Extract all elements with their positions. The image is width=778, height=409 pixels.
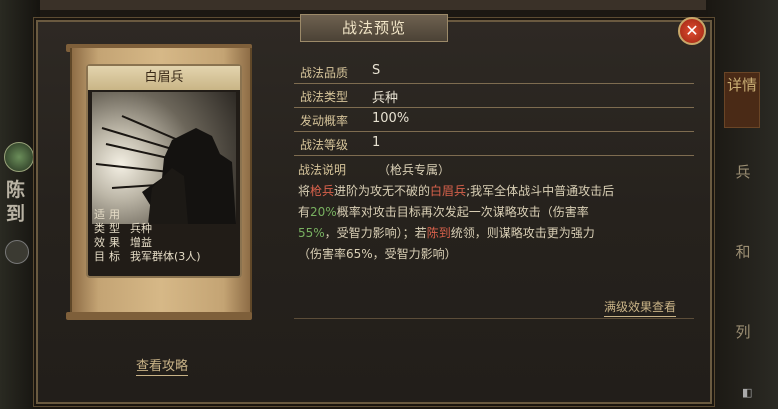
description-line: 将枪兵进阶为攻无不破的白眉兵;我军全体战斗中普通攻击后: [298, 181, 698, 202]
top-background: [40, 0, 706, 10]
info-key: 适用: [94, 208, 124, 221]
info-row-type: 类型 兵种: [94, 222, 234, 236]
description-key: 战法说明: [298, 163, 347, 177]
description-segment: 白眉兵: [430, 184, 467, 198]
skill-description: 战法说明 （枪兵专属） 将枪兵进阶为攻无不破的白眉兵;我军全体战斗中普通攻击后有…: [298, 160, 698, 265]
info-value: 我军群体(3人): [130, 250, 201, 263]
skill-card-info: 适用 类型 兵种 效果 增益 目标 我军群体(3人): [94, 208, 234, 264]
attr-value: 100%: [372, 111, 410, 126]
attr-value: S: [372, 63, 381, 78]
tab-and[interactable]: 和: [726, 240, 760, 264]
max-level-effect-link[interactable]: 满级效果查看: [604, 298, 677, 317]
side-left-label: 陈到: [6, 179, 26, 225]
speaker-icon[interactable]: [5, 240, 29, 264]
hero-badge-icon: [4, 142, 34, 172]
info-key: 类型: [94, 222, 124, 235]
info-row-usage: 适用: [94, 208, 234, 222]
scroll-rod-bottom: [66, 312, 252, 320]
view-guide-link[interactable]: 查看攻略: [136, 355, 189, 376]
tab-details[interactable]: 详情: [724, 72, 760, 128]
corner-icon: ◧: [742, 386, 753, 399]
attr-row-probability: 发动概率 100%: [294, 108, 694, 132]
description-segment: ，受智力影响）；若: [324, 226, 427, 240]
description-segment: 陈到: [426, 226, 451, 240]
tab-list[interactable]: 列: [726, 320, 760, 344]
description-segment: ;我军全体战斗中普通攻击后: [466, 184, 615, 198]
attr-row-level: 战法等级 1: [294, 132, 694, 156]
attr-key: 战法等级: [300, 138, 349, 152]
attr-key: 战法类型: [300, 90, 349, 104]
description-line: （伤害率65%，受智力影响）: [298, 244, 698, 265]
divider: [294, 318, 694, 319]
info-key: 目标: [94, 250, 124, 263]
description-segment: 概率对攻击目标再次发起一次谋略攻击（伤害率: [336, 205, 589, 219]
attr-key: 战法品质: [300, 66, 349, 80]
description-segment: 20%: [310, 205, 337, 219]
skill-card-art: [92, 92, 236, 224]
info-row-effect: 效果 增益: [94, 236, 234, 250]
info-key: 效果: [94, 236, 124, 249]
description-line: 55%，受智力影响）；若陈到统领，则谋略攻击更为强力: [298, 223, 698, 244]
description-note: （枪兵专属）: [378, 163, 451, 177]
description-segment: 统领，则谋略攻击更为强力: [450, 226, 595, 240]
panel-title: 战法预览: [300, 14, 448, 42]
info-value: [130, 208, 234, 222]
attr-row-quality: 战法品质 S: [294, 60, 694, 84]
description-line: 有20%概率对攻击目标再次发起一次谋略攻击（伤害率: [298, 202, 698, 223]
description-segment: 枪兵: [310, 184, 335, 198]
right-background: [706, 0, 778, 409]
description-segment: 进阶为攻无不破的: [334, 184, 431, 198]
info-value: 增益: [130, 236, 152, 249]
description-body: 将枪兵进阶为攻无不破的白眉兵;我军全体战斗中普通攻击后 有20%概率对攻击目标再次…: [298, 181, 698, 265]
skill-card-title: 白眉兵: [88, 66, 240, 90]
tab-troops[interactable]: 兵: [726, 160, 760, 184]
description-segment: （伤害率65%，受智力影响）: [298, 247, 457, 261]
close-icon[interactable]: ✕: [678, 17, 706, 45]
description-segment: 有: [298, 205, 311, 219]
attr-key: 发动概率: [300, 114, 349, 128]
info-row-target: 目标 我军群体(3人): [94, 250, 234, 264]
attr-value: 1: [372, 135, 381, 150]
skill-card: 白眉兵 适用 类型 兵种 效果 增益 目标 我军群体(3人): [86, 64, 242, 278]
attr-row-type: 战法类型 兵种: [294, 84, 694, 108]
attr-value: 兵种: [372, 91, 399, 106]
description-segment: 55%: [298, 226, 325, 240]
description-header: 战法说明 （枪兵专属）: [298, 160, 698, 181]
description-segment: 将: [298, 184, 311, 198]
info-value: 兵种: [130, 222, 152, 235]
